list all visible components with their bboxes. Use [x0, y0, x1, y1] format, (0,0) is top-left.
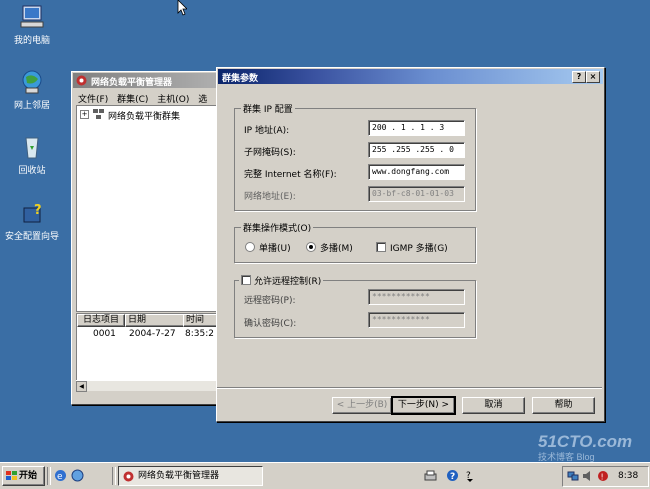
quicklaunch-divider: [47, 467, 51, 485]
unicast-radio[interactable]: [245, 242, 255, 252]
ip-address-label: IP 地址(A):: [244, 126, 290, 136]
explorer-icon[interactable]: [71, 469, 84, 482]
watermark: 51CTO.com 技术博客 Blog: [538, 432, 632, 463]
help-button[interactable]: 帮助: [532, 397, 595, 414]
nlb-log-pane[interactable]: 日志项目 日期 时间 0001 2004-7-27 8:35:2: [76, 313, 223, 381]
cluster-ip-group: 群集 IP 配置 IP 地址(A): 200 . 1 . 1 . 3 子网掩码(…: [234, 102, 476, 211]
ie-icon[interactable]: e: [54, 469, 67, 482]
subnet-mask-label: 子网掩码(S):: [244, 148, 296, 158]
network-address-label: 网络地址(E):: [244, 192, 296, 202]
mouse-cursor-icon: [177, 0, 187, 16]
security-wizard-icon: ?: [23, 203, 42, 223]
dialog-titlebar[interactable]: 群集参数 ? ×: [218, 69, 603, 84]
remote-control-title: 允许远程控制(R): [239, 274, 324, 287]
operation-mode-title: 群集操作模式(O): [241, 221, 314, 234]
quicklaunch-divider: [112, 467, 116, 485]
desktop-icon-label: 安全配置向导: [4, 232, 59, 242]
cluster-params-dialog[interactable]: 群集参数 ? × 群集 IP 配置 IP 地址(A): 200 . 1 . 1 …: [216, 67, 605, 422]
close-icon[interactable]: ×: [586, 71, 600, 83]
taskbar: 开始 e 网络负载平衡管理器 ? ? ! 8:38: [0, 462, 650, 489]
log-col-item[interactable]: 日志项目: [77, 314, 125, 327]
remote-password-field: ************: [368, 289, 465, 305]
subnet-mask-field[interactable]: 255 .255 .255 . 0: [368, 142, 465, 158]
system-tray: ! 8:38: [562, 466, 649, 487]
remote-control-group: 允许远程控制(R) 远程密码(P): ************ 确认密码(C):…: [234, 274, 476, 338]
volume-tray-icon[interactable]: [582, 470, 594, 482]
svg-text:?: ?: [450, 472, 455, 482]
back-button[interactable]: < 上一步(B): [332, 397, 392, 414]
next-button[interactable]: 下一步(N) >: [391, 396, 456, 415]
tree-expand-icon[interactable]: +: [80, 110, 89, 119]
confirm-password-field: ************: [368, 312, 465, 328]
remote-control-checkbox[interactable]: [241, 275, 251, 285]
menu-options[interactable]: 选: [198, 95, 207, 105]
desktop-icon-security-wizard[interactable]: ? 安全配置向导: [0, 200, 67, 242]
operation-mode-group: 群集操作模式(O) 单播(U) 多播(M) IGMP 多播(G): [234, 221, 476, 263]
network-tray-icon[interactable]: [567, 470, 579, 482]
remote-control-label[interactable]: 允许远程控制(R): [254, 277, 321, 287]
cluster-ip-group-title: 群集 IP 配置: [241, 102, 295, 115]
unicast-label[interactable]: 单播(U): [259, 241, 291, 254]
nlb-manager-window[interactable]: 网络负载平衡管理器 文件(F) 群集(C) 主机(O) 选 + 网络负载平衡群集…: [71, 71, 223, 405]
dialog-title: 群集参数: [222, 74, 259, 84]
nlb-tree-pane[interactable]: + 网络负载平衡群集: [76, 105, 220, 312]
desktop-icon-label: 网上邻居: [13, 101, 50, 111]
menu-host[interactable]: 主机(O): [157, 95, 189, 105]
security-tray-icon[interactable]: !: [597, 470, 609, 482]
multicast-label[interactable]: 多播(M): [320, 241, 353, 254]
igmp-checkbox[interactable]: [376, 242, 386, 252]
svg-text:e: e: [57, 472, 63, 482]
dropdown-icon[interactable]: ?: [466, 468, 474, 482]
svg-text:!: !: [601, 473, 604, 482]
confirm-password-label: 确认密码(C):: [244, 319, 297, 329]
nlb-app-icon: [76, 75, 87, 86]
remote-password-label: 远程密码(P):: [244, 296, 296, 306]
log-col-date[interactable]: 日期: [125, 314, 185, 327]
cluster-icon: [93, 109, 104, 119]
network-places-icon: [22, 70, 42, 94]
desktop-icon-recycle-bin[interactable]: 回收站: [0, 134, 67, 176]
help-circle-icon[interactable]: ?: [446, 469, 459, 482]
clock[interactable]: 8:38: [618, 471, 638, 481]
my-computer-icon: [20, 5, 44, 28]
recycle-bin-icon: [25, 137, 39, 159]
help-icon[interactable]: ?: [572, 71, 586, 83]
log-cell-time: 8:35:2: [185, 329, 214, 339]
start-button[interactable]: 开始: [2, 466, 45, 486]
windows-logo-icon: [6, 471, 17, 480]
nlb-hscrollbar[interactable]: ◀: [76, 380, 218, 392]
log-row[interactable]: 0001 2004-7-27 8:35:2: [77, 329, 219, 340]
tree-item-cluster[interactable]: 网络负载平衡群集: [108, 109, 180, 122]
nlb-titlebar[interactable]: 网络负载平衡管理器: [73, 73, 221, 88]
menu-cluster[interactable]: 群集(C): [117, 95, 148, 105]
log-cell-item: 0001: [93, 329, 116, 339]
printer-icon[interactable]: [424, 470, 437, 482]
network-address-field: 03-bf-c8-01-01-03: [368, 186, 465, 202]
menu-file[interactable]: 文件(F): [78, 95, 108, 105]
fqdn-label: 完整 Internet 名称(F):: [244, 170, 337, 180]
scroll-left-icon[interactable]: ◀: [76, 381, 87, 392]
desktop-icon-my-computer[interactable]: 我的电脑: [0, 4, 67, 46]
fqdn-field[interactable]: www.dongfang.com: [368, 164, 465, 180]
taskbar-task-nlb[interactable]: 网络负载平衡管理器: [118, 466, 263, 486]
ip-address-field[interactable]: 200 . 1 . 1 . 3: [368, 120, 465, 136]
desktop-icon-label: 回收站: [18, 166, 46, 176]
nlb-app-icon: [123, 471, 134, 482]
multicast-radio[interactable]: [306, 242, 316, 252]
svg-text:?: ?: [34, 203, 42, 218]
log-header: 日志项目 日期 时间: [77, 314, 223, 327]
nlb-title: 网络负载平衡管理器: [91, 78, 173, 88]
log-cell-date: 2004-7-27: [129, 329, 176, 339]
desktop-icon-label: 我的电脑: [13, 36, 50, 46]
taskbar-task-label: 网络负载平衡管理器: [138, 471, 220, 481]
dialog-separator: [217, 387, 602, 389]
cancel-button[interactable]: 取消: [462, 397, 525, 414]
start-label: 开始: [19, 471, 38, 481]
igmp-label[interactable]: IGMP 多播(G): [390, 241, 448, 254]
nlb-menubar: 文件(F) 群集(C) 主机(O) 选: [78, 92, 207, 105]
desktop-icon-network[interactable]: 网上邻居: [0, 69, 67, 111]
watermark-logo: 51CTO.com: [538, 432, 633, 451]
